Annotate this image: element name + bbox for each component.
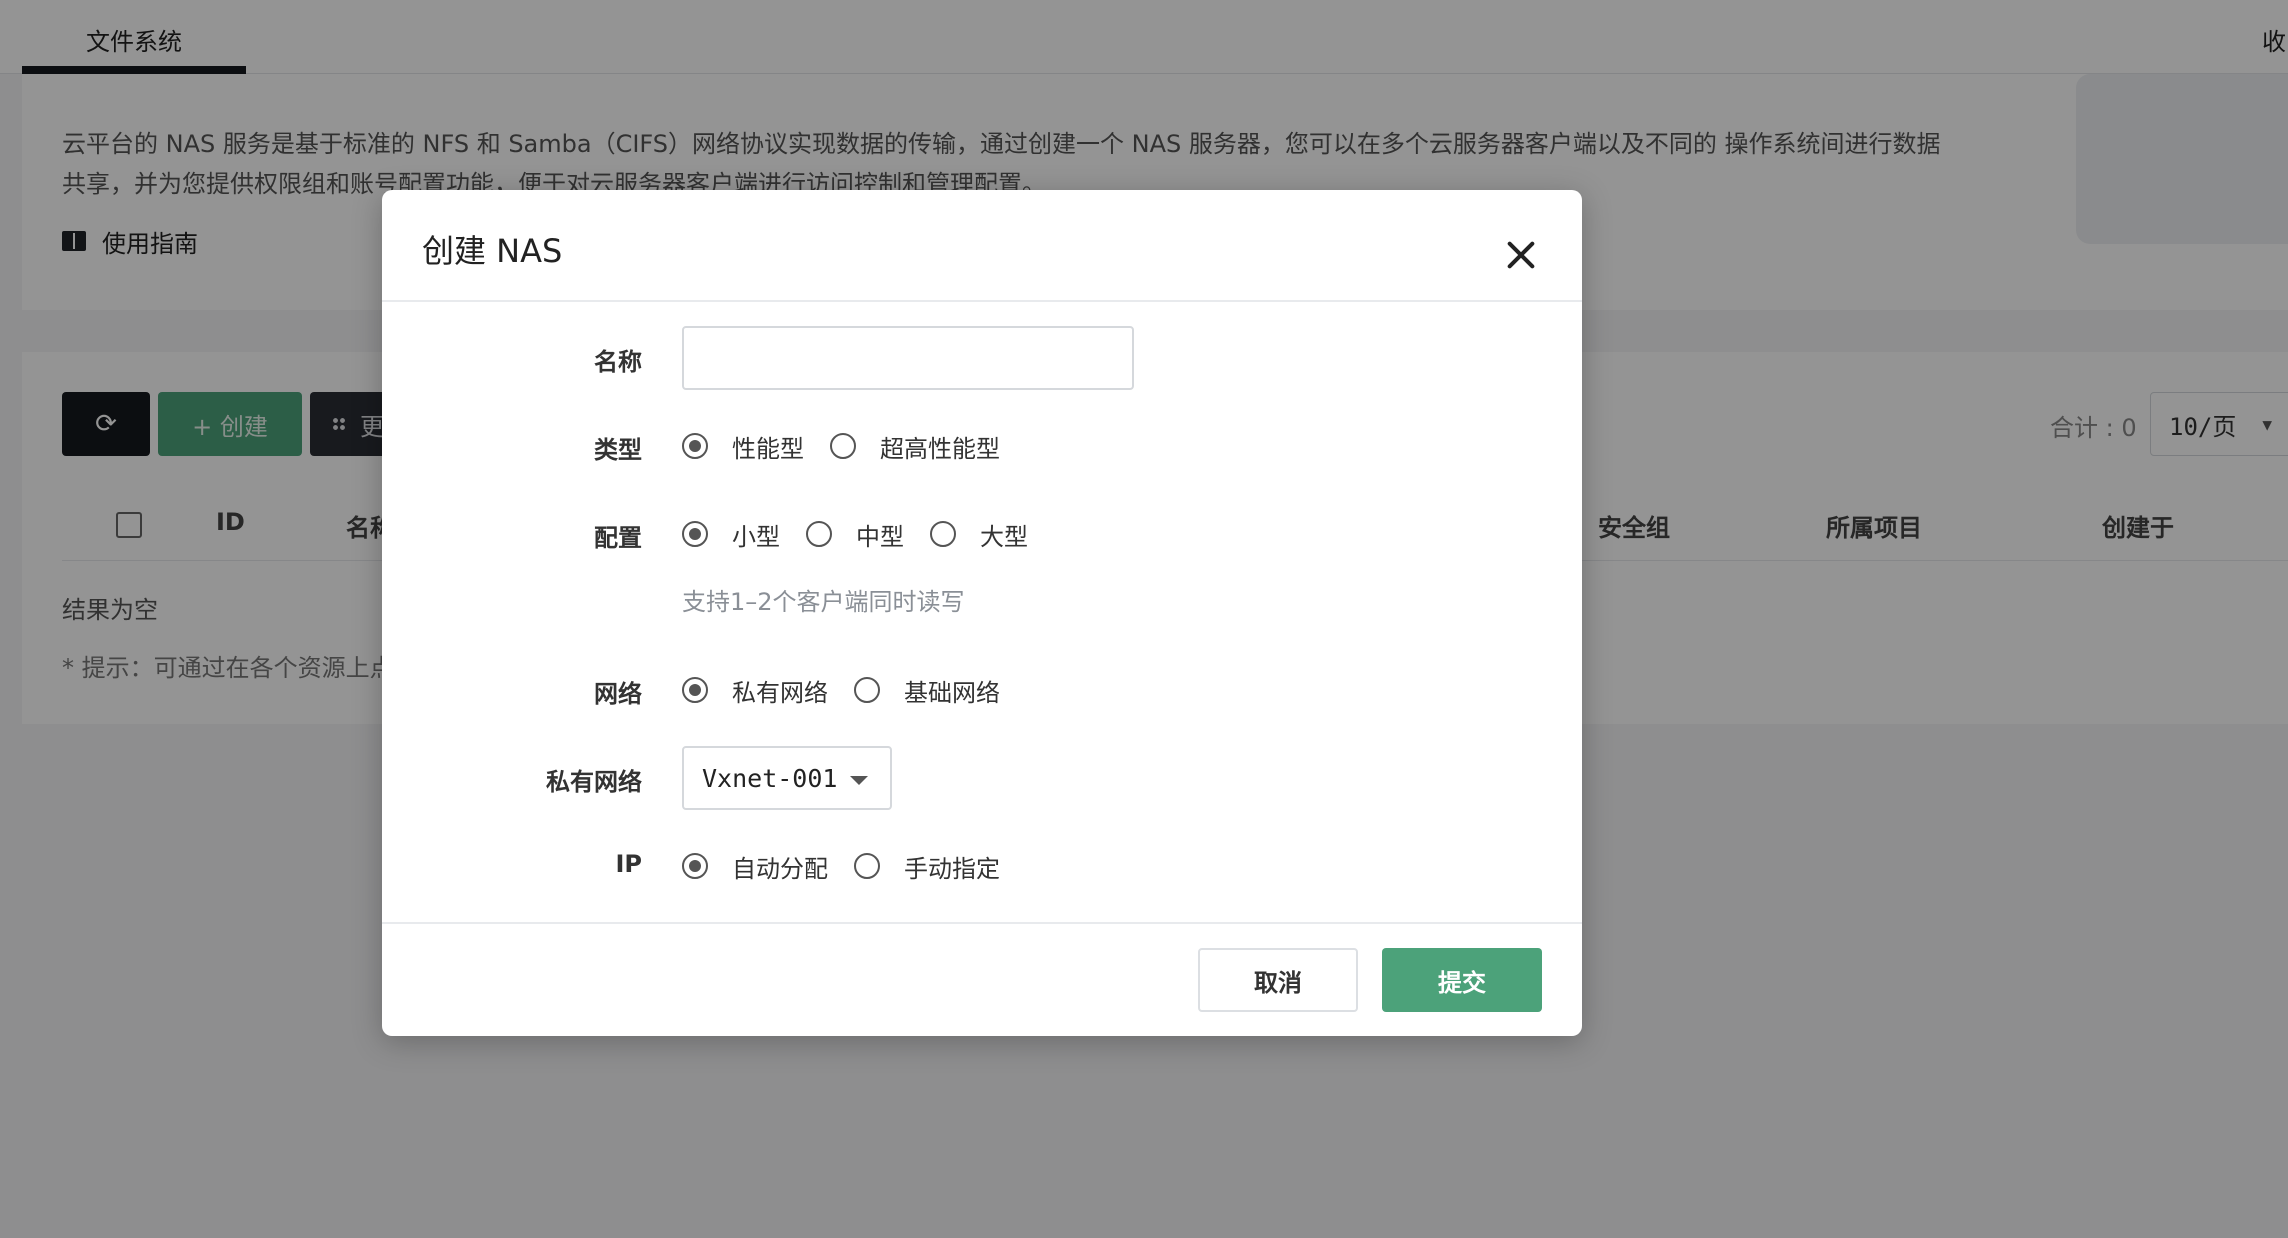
ip-option-label: 手动指定 <box>904 854 1000 883</box>
network-option-label: 私有网络 <box>732 678 828 707</box>
vxnet-select[interactable]: Vxnet-001 <box>682 746 892 810</box>
network-label: 网络 <box>594 680 642 708</box>
config-label: 配置 <box>594 524 642 552</box>
radio-selected-icon <box>682 853 708 879</box>
type-label: 类型 <box>594 436 642 464</box>
vxnet-label: 私有网络 <box>546 768 642 796</box>
type-option-label: 性能型 <box>732 434 804 463</box>
network-option-label: 基础网络 <box>904 678 1000 707</box>
network-option-basic[interactable]: 基础网络 <box>854 673 1000 708</box>
config-radio-group: 小型 中型 大型 <box>682 514 1054 554</box>
type-radio-group: 性能型 超高性能型 <box>682 426 1026 466</box>
ip-option-auto[interactable]: 自动分配 <box>682 849 828 884</box>
type-option-ultra-performance[interactable]: 超高性能型 <box>830 429 1000 464</box>
ip-option-manual[interactable]: 手动指定 <box>854 849 1000 884</box>
close-icon[interactable] <box>1504 238 1538 272</box>
config-option-label: 大型 <box>980 522 1028 551</box>
dialog-header-divider <box>382 300 1582 302</box>
create-nas-dialog: 创建 NAS 名称 类型 性能型 超高性能型 配置 小型 中型 大型 支持1–2… <box>382 190 1582 1036</box>
name-input[interactable] <box>682 326 1134 390</box>
radio-unselected-icon <box>830 433 856 459</box>
config-option-label: 小型 <box>732 522 780 551</box>
cancel-button[interactable]: 取消 <box>1198 948 1358 1012</box>
network-option-private[interactable]: 私有网络 <box>682 673 828 708</box>
radio-unselected-icon <box>930 521 956 547</box>
config-option-large[interactable]: 大型 <box>930 517 1028 552</box>
type-option-performance[interactable]: 性能型 <box>682 429 804 464</box>
name-label: 名称 <box>594 348 642 376</box>
ip-label: IP <box>615 850 642 878</box>
vxnet-select-value: Vxnet-001 <box>702 763 838 793</box>
config-helper-text: 支持1–2个客户端同时读写 <box>682 588 965 616</box>
type-option-label: 超高性能型 <box>880 434 1000 463</box>
config-option-small[interactable]: 小型 <box>682 517 780 552</box>
submit-button[interactable]: 提交 <box>1382 948 1542 1012</box>
config-option-medium[interactable]: 中型 <box>806 517 904 552</box>
chevron-down-icon <box>850 776 868 785</box>
ip-option-label: 自动分配 <box>732 854 828 883</box>
dialog-footer-divider <box>382 922 1582 924</box>
radio-selected-icon <box>682 521 708 547</box>
config-option-label: 中型 <box>856 522 904 551</box>
radio-selected-icon <box>682 433 708 459</box>
radio-unselected-icon <box>854 853 880 879</box>
radio-unselected-icon <box>854 677 880 703</box>
radio-unselected-icon <box>806 521 832 547</box>
ip-radio-group: 自动分配 手动指定 <box>682 846 1026 886</box>
network-radio-group: 私有网络 基础网络 <box>682 670 1026 710</box>
radio-selected-icon <box>682 677 708 703</box>
dialog-title: 创建 NAS <box>422 232 563 270</box>
